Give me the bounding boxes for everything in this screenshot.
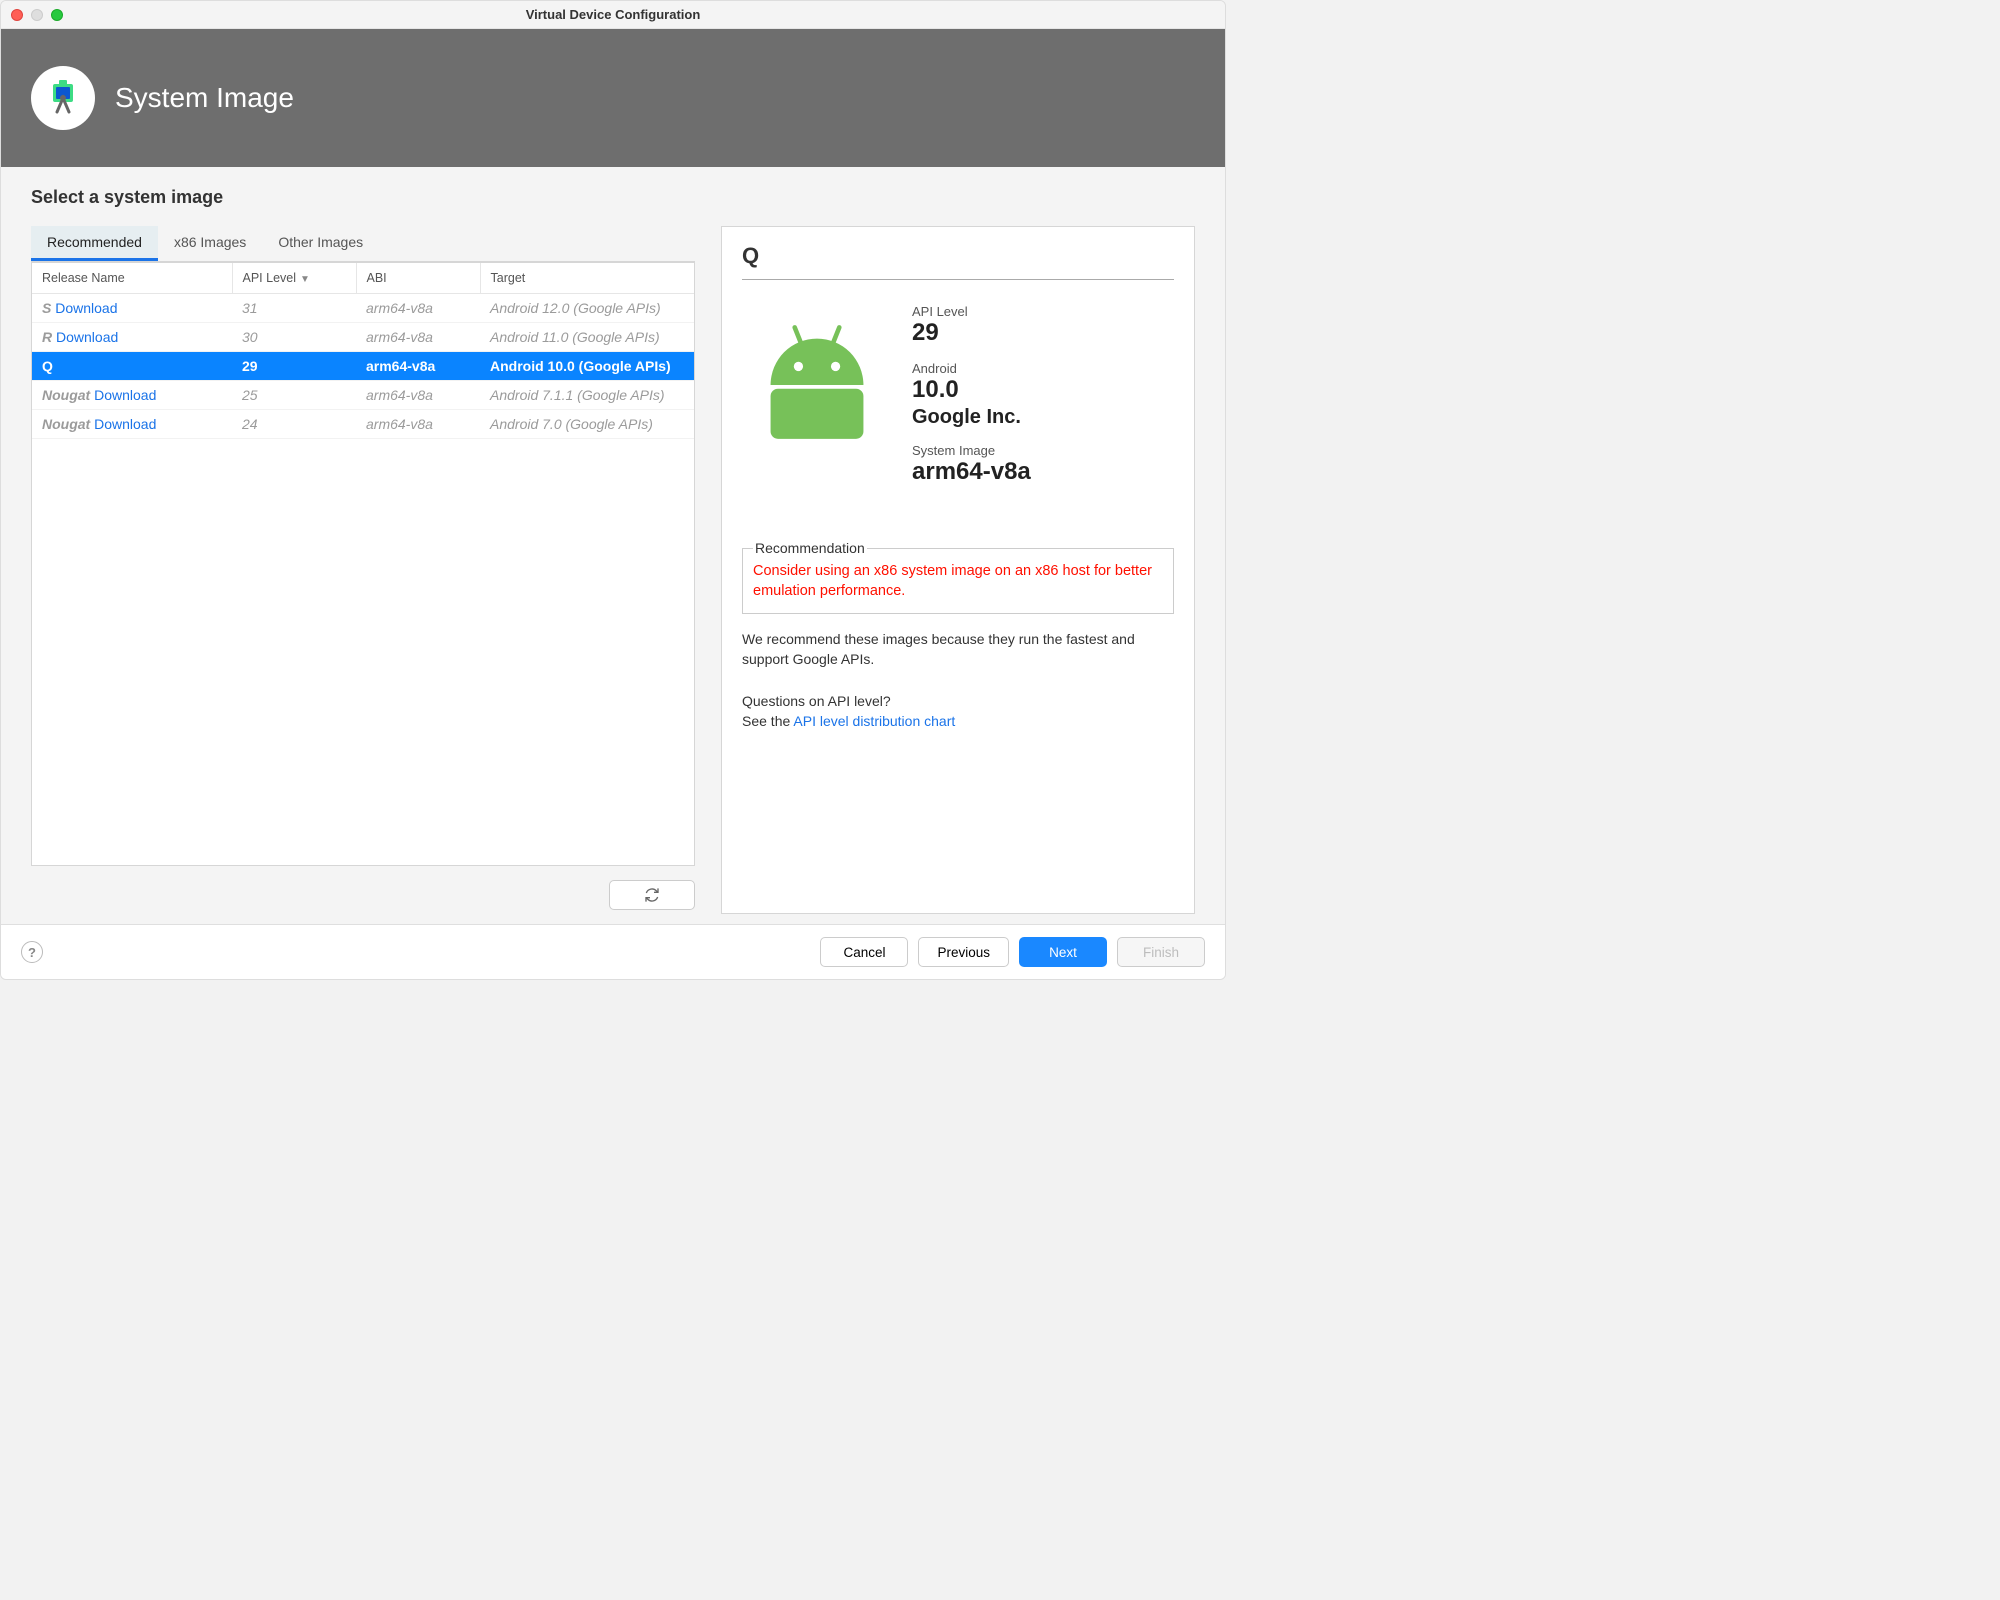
android-robot-icon — [742, 300, 892, 500]
target-cell: Android 12.0 (Google APIs) — [480, 293, 694, 322]
abi-cell: arm64-v8a — [356, 293, 480, 322]
download-link[interactable]: Download — [94, 416, 156, 432]
image-tabs: Recommendedx86 ImagesOther Images — [31, 226, 695, 262]
api-level-label: API Level — [912, 304, 1174, 319]
table-row[interactable]: Nougat Download24arm64-v8aAndroid 7.0 (G… — [32, 409, 694, 438]
image-table: Release Name API Level▼ ABI Target S Dow… — [32, 263, 694, 439]
close-window-button[interactable] — [11, 9, 23, 21]
table-header-row: Release Name API Level▼ ABI Target — [32, 263, 694, 293]
android-label: Android — [912, 361, 1174, 376]
finish-button[interactable]: Finish — [1117, 937, 1205, 967]
zoom-window-button[interactable] — [51, 9, 63, 21]
refresh-icon — [644, 887, 660, 903]
see-link-line: See the API level distribution chart — [742, 713, 1174, 729]
table-row[interactable]: R Download30arm64-v8aAndroid 11.0 (Googl… — [32, 322, 694, 351]
vendor-value: Google Inc. — [912, 406, 1174, 429]
table-row[interactable]: Nougat Download25arm64-v8aAndroid 7.1.1 … — [32, 380, 694, 409]
page-subtitle: Select a system image — [31, 187, 1195, 208]
recommendation-note: We recommend these images because they r… — [742, 630, 1174, 669]
api-question: Questions on API level? — [742, 693, 1174, 709]
api-cell: 29 — [232, 351, 356, 380]
col-release[interactable]: Release Name — [32, 263, 232, 293]
system-image-label: System Image — [912, 443, 1174, 458]
selected-image-name: Q — [742, 243, 1174, 280]
release-cell: S Download — [32, 293, 232, 322]
detail-pane: Q — [721, 226, 1195, 914]
col-api[interactable]: API Level▼ — [232, 263, 356, 293]
abi-cell: arm64-v8a — [356, 409, 480, 438]
cancel-button[interactable]: Cancel — [820, 937, 908, 967]
android-studio-icon — [31, 66, 95, 130]
window: Virtual Device Configuration System Imag… — [0, 0, 1226, 980]
release-cell: R Download — [32, 322, 232, 351]
target-cell: Android 7.0 (Google APIs) — [480, 409, 694, 438]
api-cell: 30 — [232, 322, 356, 351]
abi-cell: arm64-v8a — [356, 351, 480, 380]
wizard-title: System Image — [115, 82, 294, 114]
release-cell: Nougat Download — [32, 409, 232, 438]
sort-desc-icon: ▼ — [300, 274, 310, 285]
api-cell: 31 — [232, 293, 356, 322]
minimize-window-button[interactable] — [31, 9, 43, 21]
download-link[interactable]: Download — [94, 387, 156, 403]
download-link[interactable]: Download — [55, 300, 117, 316]
abi-cell: arm64-v8a — [356, 380, 480, 409]
recommendation-legend: Recommendation — [753, 540, 867, 556]
window-title: Virtual Device Configuration — [1, 7, 1225, 22]
tab-recommended[interactable]: Recommended — [31, 226, 158, 261]
col-target[interactable]: Target — [480, 263, 694, 293]
previous-button[interactable]: Previous — [918, 937, 1009, 967]
api-cell: 25 — [232, 380, 356, 409]
image-list-pane: Recommendedx86 ImagesOther Images Releas… — [31, 226, 695, 914]
table-row[interactable]: Q29arm64-v8aAndroid 10.0 (Google APIs) — [32, 351, 694, 380]
wizard-footer: ? Cancel Previous Next Finish — [1, 924, 1225, 979]
release-cell: Nougat Download — [32, 380, 232, 409]
target-cell: Android 11.0 (Google APIs) — [480, 322, 694, 351]
recommendation-text: Consider using an x86 system image on an… — [753, 562, 1163, 601]
release-cell: Q — [32, 351, 232, 380]
window-controls — [11, 9, 63, 21]
image-table-wrap: Release Name API Level▼ ABI Target S Dow… — [31, 262, 695, 866]
tab-x86-images[interactable]: x86 Images — [158, 226, 262, 261]
download-link[interactable]: Download — [56, 329, 118, 345]
system-image-value: arm64-v8a — [912, 458, 1174, 486]
abi-cell: arm64-v8a — [356, 322, 480, 351]
content-area: Select a system image Recommendedx86 Ima… — [1, 167, 1225, 924]
api-level-value: 29 — [912, 319, 1174, 347]
tab-other-images[interactable]: Other Images — [262, 226, 379, 261]
help-button[interactable]: ? — [21, 941, 43, 963]
refresh-button[interactable] — [609, 880, 695, 910]
titlebar: Virtual Device Configuration — [1, 1, 1225, 29]
recommendation-box: Recommendation Consider using an x86 sys… — [742, 540, 1174, 614]
col-abi[interactable]: ABI — [356, 263, 480, 293]
api-cell: 24 — [232, 409, 356, 438]
next-button[interactable]: Next — [1019, 937, 1107, 967]
wizard-header: System Image — [1, 29, 1225, 167]
target-cell: Android 10.0 (Google APIs) — [480, 351, 694, 380]
target-cell: Android 7.1.1 (Google APIs) — [480, 380, 694, 409]
android-version-value: 10.0 — [912, 376, 1174, 404]
table-row[interactable]: S Download31arm64-v8aAndroid 12.0 (Googl… — [32, 293, 694, 322]
api-distribution-link[interactable]: API level distribution chart — [793, 713, 955, 729]
